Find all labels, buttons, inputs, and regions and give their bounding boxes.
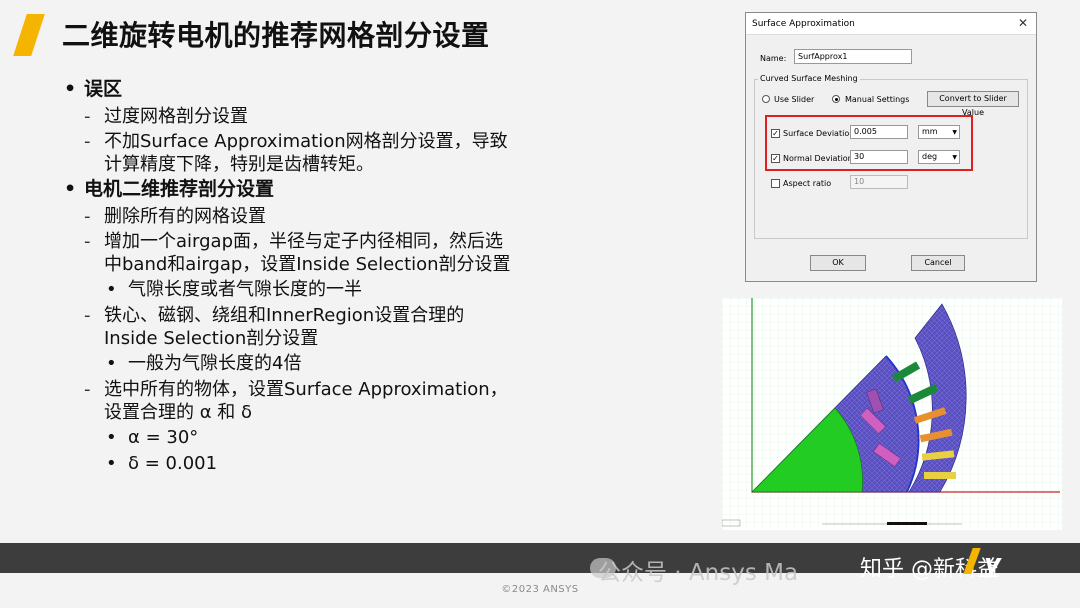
- scale-bar: [887, 522, 927, 525]
- copyright-text: ©2023 ANSYS: [501, 584, 579, 595]
- surface-deviation-unit-select[interactable]: mm ▼: [918, 125, 960, 139]
- recommended-item-2-sub: 气隙长度或者气隙长度的一半: [62, 278, 622, 301]
- manual-settings-label: Manual Settings: [845, 95, 910, 104]
- delta-value: δ = 0.001: [62, 452, 622, 475]
- normal-deviation-checkbox[interactable]: ✓: [771, 154, 780, 163]
- coil-6: [924, 472, 956, 479]
- manual-settings-radio[interactable]: [832, 95, 840, 103]
- section-heading-misconception: 误区: [62, 78, 622, 101]
- group-label: Curved Surface Meshing: [758, 74, 860, 83]
- ok-button[interactable]: OK: [810, 255, 866, 271]
- motor-mesh-svg: [721, 298, 1062, 530]
- chevron-down-icon: ▼: [952, 129, 957, 136]
- slide-content: 误区 过度网格剖分设置 不加Surface Approximation网格剖分设…: [62, 76, 622, 478]
- cancel-button[interactable]: Cancel: [911, 255, 965, 271]
- surface-deviation-input[interactable]: 0.005: [850, 125, 908, 139]
- slide-title: 二维旋转电机的推荐网格剖分设置: [62, 19, 490, 52]
- name-input[interactable]: [794, 49, 912, 64]
- zhihu-watermark: 知乎 @新科益: [860, 557, 999, 582]
- aspect-ratio-input[interactable]: 10: [850, 175, 908, 189]
- name-label: Name:: [760, 54, 787, 63]
- recommended-item-3-sub: 一般为气隙长度的4倍: [62, 352, 622, 375]
- misconception-item-1: 过度网格剖分设置: [62, 105, 622, 128]
- normal-deviation-unit: deg: [922, 152, 938, 161]
- recommended-item-2: 增加一个airgap面，半径与定子内径相同，然后选 中band和airgap，设…: [62, 230, 622, 276]
- convert-to-slider-value-button[interactable]: Convert to Slider Value: [927, 91, 1019, 117]
- aspect-ratio-checkbox[interactable]: [771, 179, 780, 188]
- motor-mesh-view: [721, 298, 1062, 530]
- dialog-title: Surface Approximation: [752, 19, 855, 29]
- use-slider-radio[interactable]: [762, 95, 770, 103]
- misconception-item-2: 不加Surface Approximation网格剖分设置，导致 计算精度下降，…: [62, 130, 622, 176]
- aspect-ratio-label: Aspect ratio: [783, 179, 832, 188]
- normal-deviation-label: Normal Deviation: [783, 154, 853, 163]
- alpha-value: α = 30°: [62, 426, 622, 449]
- recommended-item-4: 选中所有的物体，设置Surface Approximation， 设置合理的 α…: [62, 378, 622, 424]
- surface-deviation-label: Surface Deviation: [783, 129, 855, 138]
- watermark-text: 公众号 · Ansys Ma: [598, 560, 799, 586]
- use-slider-label: Use Slider: [774, 95, 815, 104]
- chevron-down-icon: ▼: [952, 154, 957, 161]
- recommended-item-3: 铁心、磁钢、绕组和InnerRegion设置合理的 Inside Selecti…: [62, 304, 622, 350]
- normal-deviation-unit-select[interactable]: deg ▼: [918, 150, 960, 164]
- recommended-item-1: 删除所有的网格设置: [62, 205, 622, 228]
- surface-deviation-checkbox[interactable]: ✓: [771, 129, 780, 138]
- ansys-logo: y: [984, 549, 1001, 579]
- title-accent-bar: [13, 14, 45, 56]
- surface-approximation-dialog: Surface Approximation ✕ Name: Curved Sur…: [745, 12, 1037, 282]
- close-icon[interactable]: ✕: [1018, 16, 1028, 30]
- surface-deviation-unit: mm: [922, 127, 938, 136]
- normal-deviation-input[interactable]: 30: [850, 150, 908, 164]
- dialog-titlebar: Surface Approximation ✕: [746, 13, 1036, 35]
- section-heading-recommended: 电机二维推荐剖分设置: [62, 178, 622, 201]
